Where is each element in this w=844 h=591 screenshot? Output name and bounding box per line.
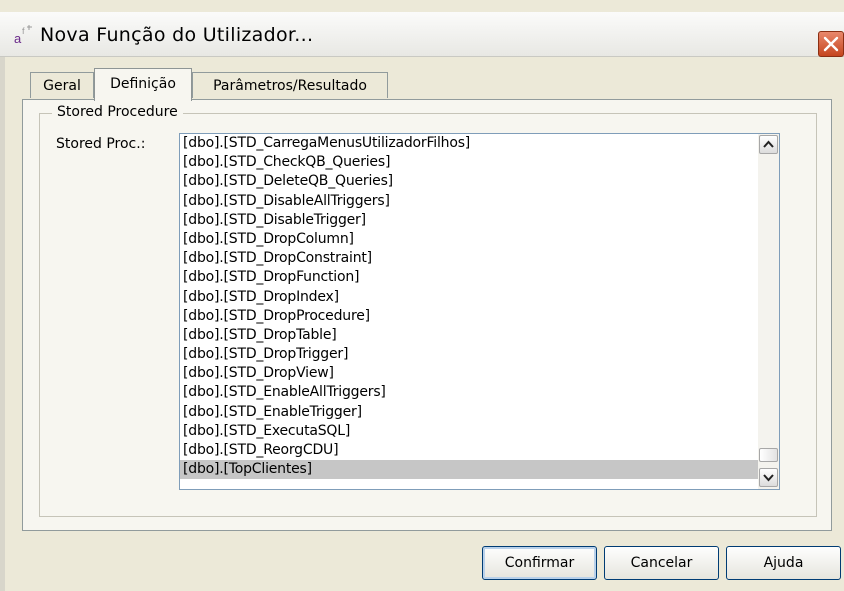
stored-procedure-group: Stored Procedure Stored Proc.: [dbo].[ST… — [39, 104, 817, 517]
window-border — [0, 56, 5, 591]
list-item[interactable]: [dbo].[STD_ExecutaSQL] — [180, 422, 758, 441]
list-item[interactable]: [dbo].[STD_DropProcedure] — [180, 307, 758, 326]
list-item[interactable]: [dbo].[TopClientes] — [180, 460, 758, 480]
chevron-up-icon — [763, 140, 774, 148]
tab-parametros-resultado[interactable]: Parâmetros/Resultado — [192, 72, 388, 98]
tab-label: Parâmetros/Resultado — [213, 78, 367, 94]
chevron-down-icon — [763, 474, 774, 482]
tab-label: Definição — [110, 76, 176, 92]
list-items: [dbo].[STD_CarregaMenusUtilizadorFilhos]… — [180, 134, 758, 480]
list-item[interactable]: [dbo].[STD_DropFunction] — [180, 268, 758, 287]
list-item[interactable]: [dbo].[STD_DisableAllTriggers] — [180, 192, 758, 211]
list-item[interactable]: [dbo].[STD_DropConstraint] — [180, 249, 758, 268]
window-title: Nova Função do Utilizador... — [40, 24, 314, 46]
svg-text:f: f — [22, 26, 25, 36]
stored-procedure-list[interactable]: [dbo].[STD_CarregaMenusUtilizadorFilhos]… — [179, 133, 780, 490]
scroll-thumb[interactable] — [759, 448, 778, 462]
list-item[interactable]: [dbo].[STD_EnableTrigger] — [180, 403, 758, 422]
confirm-label: Confirmar — [504, 555, 575, 571]
vertical-scrollbar[interactable] — [758, 134, 779, 489]
list-item[interactable]: [dbo].[STD_DisableTrigger] — [180, 211, 758, 230]
svg-text:a: a — [14, 31, 22, 46]
cancel-label: Cancelar — [630, 555, 693, 571]
list-item[interactable]: [dbo].[STD_DropView] — [180, 364, 758, 383]
list-item[interactable]: [dbo].[STD_CheckQB_Queries] — [180, 153, 758, 172]
list-item[interactable]: [dbo].[STD_DropTrigger] — [180, 345, 758, 364]
list-item[interactable]: [dbo].[STD_EnableAllTriggers] — [180, 383, 758, 402]
list-item[interactable]: [dbo].[STD_DropTable] — [180, 326, 758, 345]
dialog-window: a f Nova Função do Utilizador... Geral D… — [0, 0, 844, 591]
tab-panel-definicao: Stored Procedure Stored Proc.: [dbo].[ST… — [22, 99, 832, 531]
close-icon — [823, 36, 839, 52]
group-title: Stored Procedure — [52, 104, 183, 120]
confirm-button[interactable]: Confirmar — [482, 546, 597, 580]
list-item[interactable]: [dbo].[STD_DropColumn] — [180, 230, 758, 249]
user-function-icon: a f — [13, 24, 35, 46]
list-item[interactable]: [dbo].[STD_DropIndex] — [180, 288, 758, 307]
tab-geral[interactable]: Geral — [30, 72, 94, 98]
cancel-button[interactable]: Cancelar — [604, 546, 719, 580]
close-button[interactable] — [818, 31, 844, 57]
stored-proc-label: Stored Proc.: — [56, 136, 146, 152]
help-label: Ajuda — [763, 555, 804, 571]
title-bar[interactable]: a f Nova Função do Utilizador... — [0, 12, 844, 57]
list-item[interactable]: [dbo].[STD_CarregaMenusUtilizadorFilhos] — [180, 134, 758, 153]
help-button[interactable]: Ajuda — [726, 546, 841, 580]
list-item[interactable]: [dbo].[STD_ReorgCDU] — [180, 441, 758, 460]
scroll-down-button[interactable] — [759, 468, 778, 487]
tab-definicao[interactable]: Definição — [94, 68, 192, 101]
tab-label: Geral — [43, 78, 81, 94]
scroll-up-button[interactable] — [759, 135, 778, 154]
list-item[interactable]: [dbo].[STD_DeleteQB_Queries] — [180, 172, 758, 191]
